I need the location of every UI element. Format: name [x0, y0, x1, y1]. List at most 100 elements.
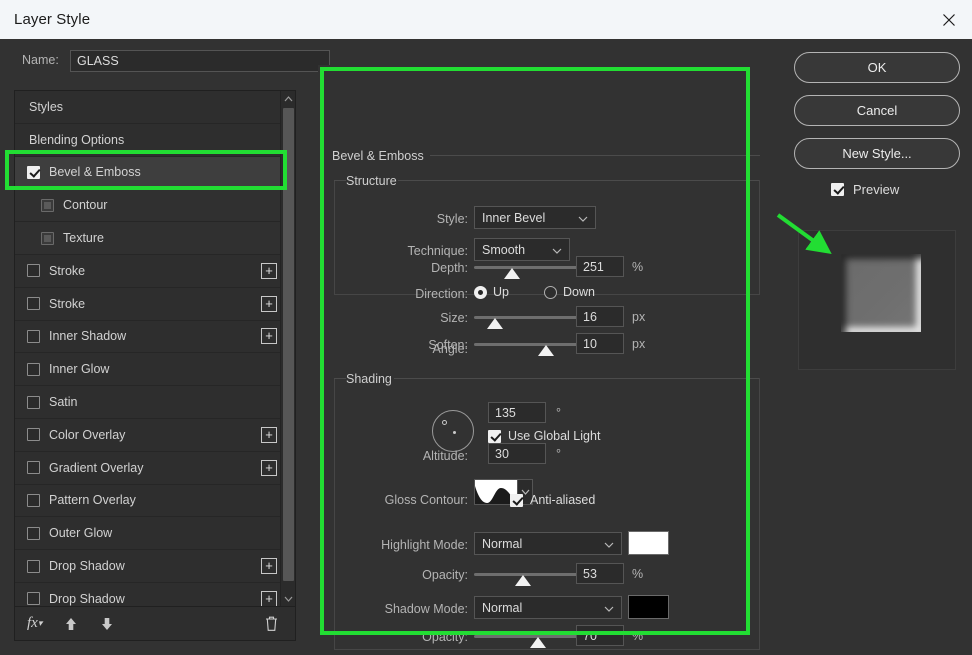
- checkbox-icon[interactable]: [27, 493, 40, 507]
- use-global-light-checkbox[interactable]: Use Global Light: [488, 429, 600, 443]
- shadow-opacity-unit: %: [632, 629, 644, 643]
- sidebar-item-outer-glow[interactable]: Outer Glow: [15, 517, 295, 551]
- add-effect-icon[interactable]: +: [261, 328, 277, 345]
- checkbox-icon[interactable]: [27, 461, 40, 475]
- sidebar-item-pattern-overlay[interactable]: Pattern Overlay: [15, 485, 295, 518]
- add-effect-icon[interactable]: +: [261, 262, 277, 279]
- style-select-value: Inner Bevel: [482, 210, 546, 225]
- angle-value[interactable]: 135: [488, 402, 546, 423]
- close-icon[interactable]: [926, 0, 972, 39]
- sidebar-item-label: Bevel & Emboss: [49, 165, 141, 180]
- checkbox-icon[interactable]: [27, 526, 40, 540]
- anti-aliased-label: Anti-aliased: [530, 493, 596, 507]
- sidebar-item-drop-shadow[interactable]: Drop Shadow +: [15, 583, 295, 606]
- arrow-up-icon[interactable]: [64, 616, 78, 632]
- shadow-color-swatch[interactable]: [628, 595, 669, 619]
- add-effect-icon[interactable]: +: [261, 295, 277, 312]
- checkbox-icon[interactable]: [27, 559, 40, 573]
- shadow-opacity-slider-thumb[interactable]: [529, 637, 546, 648]
- add-effect-icon[interactable]: +: [261, 459, 277, 476]
- direction-down-radio[interactable]: Down: [544, 285, 595, 299]
- cancel-button[interactable]: Cancel: [794, 95, 960, 126]
- fx-icon[interactable]: fx ▾: [27, 615, 42, 632]
- soften-unit: px: [632, 337, 646, 351]
- radio-up-icon: [474, 285, 487, 299]
- sidebar-item-label: Styles: [29, 99, 64, 114]
- altitude-value[interactable]: 30: [488, 443, 546, 464]
- add-effect-icon[interactable]: +: [261, 590, 277, 606]
- checkbox-icon[interactable]: [27, 165, 40, 179]
- direction-up-radio[interactable]: Up: [474, 285, 509, 299]
- sidebar-item-label: Satin: [49, 395, 78, 410]
- sidebar-item-styles[interactable]: Styles: [15, 91, 295, 124]
- shadow-opacity-value[interactable]: 70: [576, 625, 624, 646]
- soften-slider-thumb[interactable]: [537, 345, 554, 356]
- checkbox-icon[interactable]: [27, 362, 40, 376]
- sidebar-item-inner-glow[interactable]: Inner Glow: [15, 353, 295, 387]
- soften-value[interactable]: 10: [576, 333, 624, 354]
- chevron-up-icon[interactable]: [281, 91, 295, 106]
- technique-label: Technique:: [407, 244, 468, 258]
- styles-list: Styles Blending Options Bevel & Emboss Cont…: [14, 90, 296, 607]
- depth-slider-thumb[interactable]: [503, 268, 520, 279]
- highlight-mode-select[interactable]: Normal: [474, 532, 622, 555]
- highlight-opacity-label: Opacity:: [422, 568, 468, 582]
- sidebar-item-label: Stroke: [49, 296, 86, 311]
- sidebar-item-label: Texture: [63, 231, 104, 246]
- add-effect-icon[interactable]: +: [261, 426, 277, 443]
- gloss-contour-label: Gloss Contour:: [384, 493, 468, 507]
- checkbox-icon[interactable]: [27, 297, 40, 311]
- checkbox-icon[interactable]: [27, 592, 40, 606]
- ok-button[interactable]: OK: [794, 52, 960, 83]
- chevron-down-icon[interactable]: [281, 591, 295, 606]
- sidebar-item-contour[interactable]: Contour: [15, 189, 295, 223]
- sidebar-item-bevel-emboss[interactable]: Bevel & Emboss: [15, 156, 295, 190]
- styles-list-scrollbar[interactable]: [280, 91, 295, 606]
- sidebar-item-texture[interactable]: Texture: [15, 222, 295, 255]
- direction-up-label: Up: [493, 285, 509, 299]
- checkbox-icon[interactable]: [27, 428, 40, 442]
- size-slider-thumb[interactable]: [486, 318, 503, 329]
- highlight-mode-value: Normal: [482, 536, 523, 551]
- checkbox-icon: [831, 183, 844, 196]
- highlight-opacity-value[interactable]: 53: [576, 563, 624, 584]
- checkbox-icon[interactable]: [41, 231, 54, 245]
- checkbox-icon[interactable]: [41, 198, 54, 212]
- shadow-mode-value: Normal: [482, 600, 523, 615]
- sidebar-item-label: Inner Glow: [49, 362, 110, 377]
- sidebar-item-label: Outer Glow: [49, 526, 113, 541]
- depth-value[interactable]: 251: [576, 256, 624, 277]
- trash-icon[interactable]: [264, 615, 279, 632]
- checkbox-icon[interactable]: [27, 395, 40, 409]
- arrow-down-icon[interactable]: [100, 616, 114, 632]
- technique-select[interactable]: Smooth: [474, 238, 570, 261]
- style-label: Style:: [436, 212, 468, 226]
- sidebar-item-stroke[interactable]: Stroke +: [15, 255, 295, 288]
- highlight-opacity-slider-thumb[interactable]: [515, 575, 532, 586]
- style-select[interactable]: Inner Bevel: [474, 206, 596, 229]
- shadow-mode-label: Shadow Mode:: [384, 602, 468, 616]
- new-style-button[interactable]: New Style...: [794, 138, 960, 169]
- anti-aliased-checkbox[interactable]: Anti-aliased: [510, 493, 595, 507]
- sidebar-item-blending-options[interactable]: Blending Options: [15, 124, 295, 157]
- checkbox-icon[interactable]: [27, 329, 40, 343]
- checkbox-icon[interactable]: [27, 264, 40, 278]
- sidebar-item-inner-shadow[interactable]: Inner Shadow +: [15, 321, 295, 354]
- highlight-color-swatch[interactable]: [628, 531, 669, 555]
- size-value[interactable]: 16: [576, 306, 624, 327]
- add-effect-icon[interactable]: +: [261, 558, 277, 575]
- sidebar-item-stroke[interactable]: Stroke +: [15, 288, 295, 321]
- sidebar-item-drop-shadow[interactable]: Drop Shadow +: [15, 550, 295, 583]
- sidebar-item-color-overlay[interactable]: Color Overlay +: [15, 419, 295, 452]
- shadow-mode-select[interactable]: Normal: [474, 596, 622, 619]
- altitude-unit: °: [556, 447, 561, 461]
- scrollbar-thumb[interactable]: [283, 108, 294, 581]
- sidebar-item-gradient-overlay[interactable]: Gradient Overlay +: [15, 452, 295, 485]
- angle-dial[interactable]: [432, 410, 474, 452]
- sidebar-item-satin[interactable]: Satin: [15, 386, 295, 419]
- sidebar-item-label: Blending Options: [29, 132, 125, 147]
- preview-checkbox[interactable]: Preview: [831, 182, 899, 197]
- name-input[interactable]: GLASS: [70, 50, 330, 72]
- bevel-emboss-panel: Bevel & Emboss Structure Style: Inner Be…: [318, 65, 781, 650]
- sidebar-item-label: Pattern Overlay: [49, 493, 136, 508]
